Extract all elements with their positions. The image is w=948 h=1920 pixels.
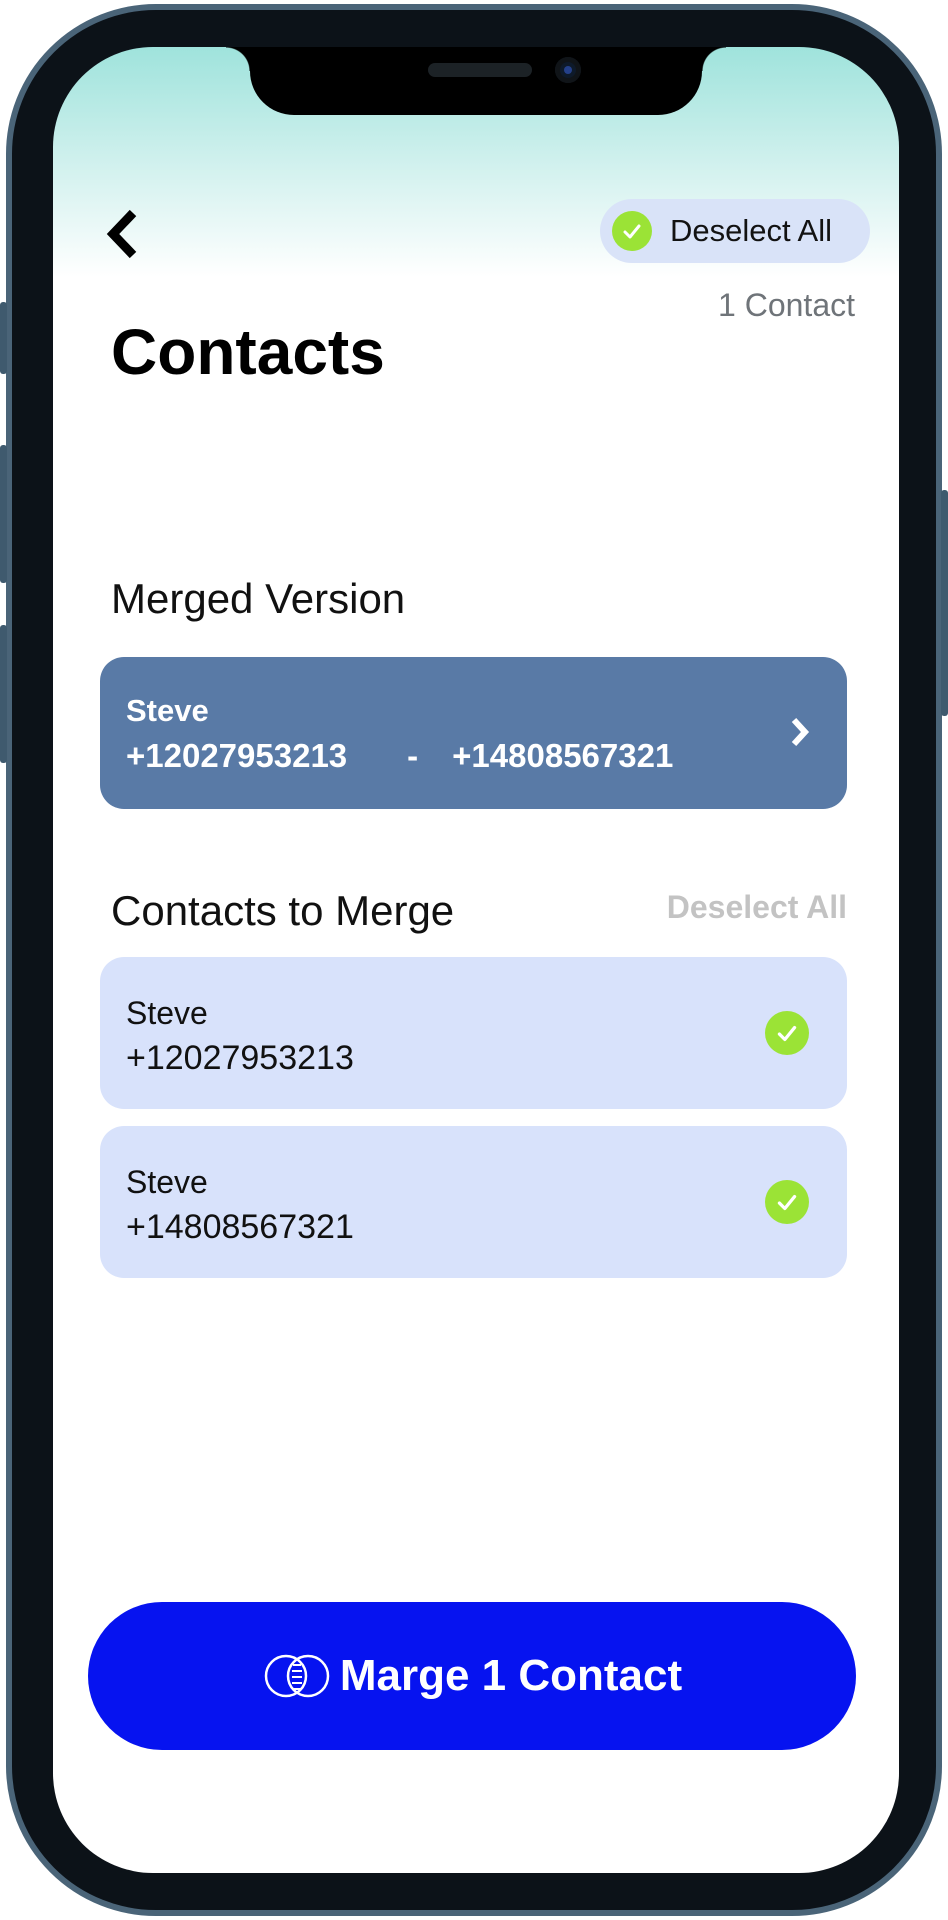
contact-phone: +14808567321 (126, 1208, 354, 1246)
contact-count: 1 Contact (718, 287, 855, 323)
side-button-silent (0, 302, 7, 374)
contact-item-1[interactable]: Steve +12027953213 (100, 957, 847, 1109)
check-circle-icon[interactable] (765, 1011, 809, 1055)
check-circle-icon (612, 211, 652, 251)
contacts-to-merge-title: Contacts to Merge (111, 887, 455, 934)
side-button-power (941, 490, 948, 716)
merged-contact-phones: +12027953213 - +14808567321 (126, 737, 673, 775)
contact-name: Steve (126, 1164, 208, 1200)
merge-button-label: Marge 1 Contact (339, 1651, 683, 1700)
merge-circles-icon (264, 1654, 330, 1698)
phone-screen: Deselect All 1 Contact Contacts Merged V… (53, 47, 899, 1873)
merge-contact-button[interactable]: Marge 1 Contact (88, 1602, 856, 1750)
merged-contact-card[interactable]: Steve +12027953213 - +14808567321 (100, 657, 847, 809)
merged-version-title: Merged Version (111, 575, 406, 622)
back-button[interactable] (103, 207, 143, 261)
chevron-left-icon (106, 209, 137, 259)
merged-contact-name: Steve (126, 693, 209, 728)
deselect-all-label: Deselect All (670, 213, 832, 248)
phone-separator: - (407, 737, 419, 774)
chevron-right-icon (791, 717, 810, 747)
deselect-all-link[interactable]: Deselect All (667, 889, 847, 926)
front-camera (555, 57, 581, 83)
contact-item-2[interactable]: Steve +14808567321 (100, 1126, 847, 1278)
side-button-volume-up (0, 445, 7, 583)
merged-phone-1: +12027953213 (126, 737, 348, 774)
speaker-grill (428, 63, 532, 77)
contact-phone: +12027953213 (126, 1039, 354, 1077)
page-title: Contacts (111, 316, 385, 388)
contact-name: Steve (126, 995, 208, 1031)
merged-phone-2: +14808567321 (452, 737, 674, 774)
notch (226, 47, 726, 115)
check-circle-icon[interactable] (765, 1180, 809, 1224)
deselect-all-pill-button[interactable]: Deselect All (600, 199, 870, 263)
side-button-volume-down (0, 625, 7, 763)
